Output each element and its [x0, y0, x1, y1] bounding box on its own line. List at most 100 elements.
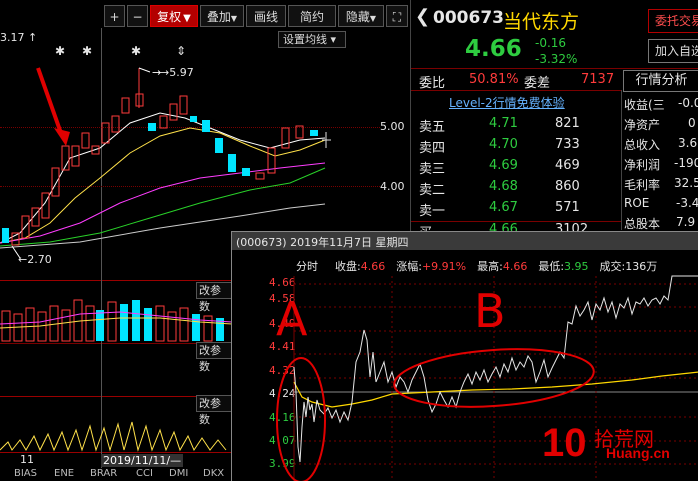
fin-row: 净利润 -190	[624, 156, 698, 173]
fin-row: 净资产 0	[624, 116, 698, 133]
fin-label: 净资产	[624, 118, 661, 132]
high-price-value: 5.97	[169, 66, 194, 79]
indicator-tab-bias[interactable]: BIAS	[14, 468, 37, 480]
candle	[190, 116, 197, 122]
indicator-tab-brar[interactable]: BRAR	[90, 468, 117, 480]
price-label-4: 4.00	[380, 180, 405, 193]
candle	[148, 123, 156, 131]
ask-label: 卖四	[419, 141, 446, 156]
nav-back-icon[interactable]: ❮	[415, 6, 430, 27]
fin-label: ROE	[624, 196, 650, 210]
zoom-out-button[interactable]: −	[127, 5, 148, 27]
annotation-label-a: A	[276, 292, 308, 346]
annotation-label-b: B	[474, 284, 506, 338]
ask-label: 卖五	[419, 120, 446, 135]
add-watchlist-button[interactable]: 加入自选	[648, 39, 698, 63]
fin-value: -190	[674, 156, 698, 170]
price-change: -0.16	[535, 36, 567, 50]
ask-row-4: 卖四 4.70 733	[419, 137, 589, 158]
candle	[51, 167, 60, 197]
adjust-label: 复权	[157, 10, 182, 24]
ask-volume: 860	[555, 179, 580, 194]
volume-chart[interactable]	[0, 296, 232, 342]
ask-row-5: 卖五 4.71 821	[419, 116, 589, 137]
watermark-url: Huang.cn	[606, 445, 670, 461]
ask-price: 4.71	[489, 116, 518, 131]
indicator-chart[interactable]	[0, 412, 232, 452]
watermark-number: 10	[542, 421, 587, 465]
low-price-label: ←2.70	[18, 253, 52, 266]
fin-row: 收益(三 -0.0	[624, 96, 698, 113]
order-button[interactable]: 委托交易	[648, 9, 698, 33]
annotation-circle-a	[276, 357, 326, 481]
weibi-value: 50.81%	[469, 72, 519, 87]
intraday-popup[interactable]: (000673) 2019年11月7日 星期四 分时 收盘:4.66 涨幅:+9…	[231, 231, 698, 481]
weicha-label: 委差	[524, 76, 551, 91]
candle	[169, 103, 178, 121]
candle	[242, 168, 250, 176]
adjust-button[interactable]: 复权 ▼	[150, 5, 198, 27]
fullscreen-icon: ⛶	[392, 10, 402, 24]
fin-value: 3.6	[678, 136, 698, 150]
ask-row-1: 卖一 4.67 571	[419, 200, 589, 221]
hide-label: 隐藏	[345, 10, 370, 24]
fin-row: 总收入 3.6	[624, 136, 698, 153]
divider	[411, 68, 698, 69]
candle	[310, 130, 318, 136]
overlay-button[interactable]: 叠加▼	[200, 5, 244, 27]
analysis-tab[interactable]: 行情分析	[623, 70, 698, 92]
indicator-tab-dkx[interactable]: DKX	[203, 468, 224, 480]
modify-param-button-3[interactable]: 改参数	[196, 395, 232, 426]
high-pointer	[138, 67, 151, 73]
candle	[295, 125, 304, 139]
candle	[111, 115, 120, 133]
chevron-down-icon: ▼	[369, 14, 377, 23]
zoom-in-button[interactable]: +	[104, 5, 125, 27]
ask-price: 4.67	[489, 200, 518, 215]
modify-param-button-2[interactable]: 改参数	[196, 342, 232, 373]
indicator-tab-cci[interactable]: CCI	[136, 468, 153, 480]
candle	[2, 228, 9, 243]
hide-button[interactable]: 隐藏▼	[338, 5, 384, 27]
indicator-tab-dmi[interactable]: DMI	[169, 468, 188, 480]
candle	[228, 154, 236, 172]
divider	[621, 90, 622, 230]
modify-param-label: 改参数	[199, 344, 221, 373]
date-label: 2019/11/11/—	[101, 454, 184, 467]
fin-label: 总收入	[624, 138, 661, 152]
candle	[202, 120, 210, 132]
chevron-down-icon: ▼	[183, 13, 191, 24]
low-price-value: 2.70	[27, 253, 52, 266]
candle	[179, 95, 188, 115]
ask-price: 4.69	[489, 158, 518, 173]
ask-price: 4.70	[489, 137, 518, 152]
stock-code: 000673	[433, 8, 504, 28]
ask-price: 4.68	[489, 179, 518, 194]
fin-value: 0	[688, 116, 696, 130]
fin-row: 总股本 7.9	[624, 215, 698, 232]
candle	[81, 132, 90, 149]
ask-volume: 733	[555, 137, 580, 152]
draw-line-button[interactable]: 画线	[246, 5, 286, 27]
fin-row: ROE -3.4	[624, 196, 698, 210]
chevron-down-icon: ▼	[230, 14, 238, 23]
candle	[215, 138, 223, 153]
fin-value: 7.9	[676, 215, 696, 229]
level2-banner[interactable]: Level-2行情免费体验	[449, 94, 565, 111]
fin-label: 收益(三	[624, 98, 665, 112]
price-change-pct: -3.32%	[535, 52, 578, 66]
current-price: 4.66	[465, 36, 522, 62]
fullscreen-button[interactable]: ⛶	[386, 5, 408, 27]
fin-value: -0.0	[678, 96, 698, 110]
ask-volume: 469	[555, 158, 580, 173]
fin-value: -3.4	[676, 196, 698, 210]
fin-label: 毛利率	[624, 178, 661, 192]
fin-label: 净利润	[624, 158, 661, 172]
candle	[121, 97, 130, 114]
ask-label: 卖一	[419, 204, 446, 219]
overlay-label: 叠加	[206, 10, 231, 24]
candle	[255, 172, 265, 180]
indicator-tab-ene[interactable]: ENE	[54, 468, 74, 480]
brief-button[interactable]: 简约	[288, 5, 336, 27]
candle-group	[2, 68, 331, 246]
